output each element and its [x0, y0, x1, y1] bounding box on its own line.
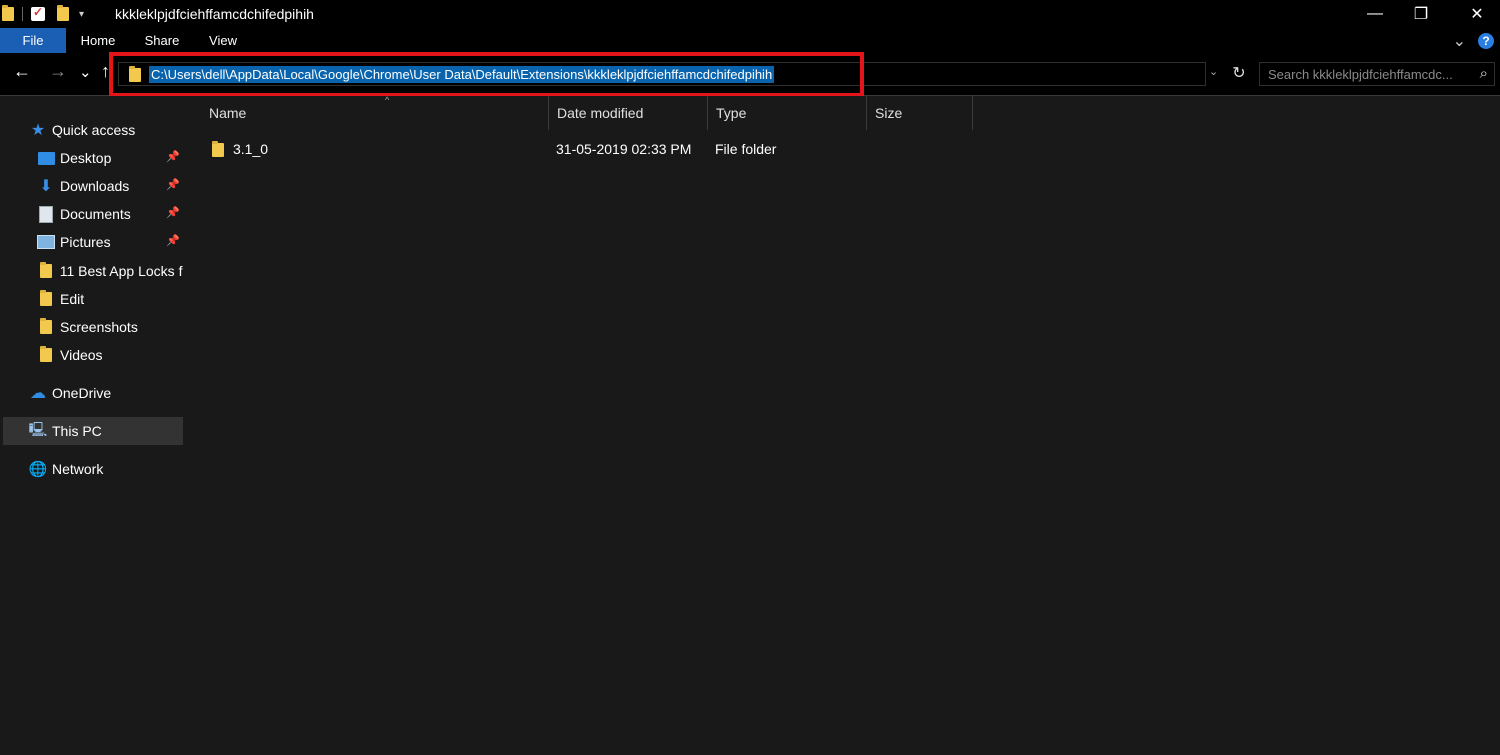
folder-icon	[37, 262, 55, 279]
tab-file[interactable]: File	[0, 28, 66, 53]
search-icon[interactable]: ⌕	[1480, 65, 1488, 82]
sidebar-item-label: Documents	[60, 206, 131, 222]
navigation-pane: ★ Quick access Desktop 📌 ⬇ Downloads 📌 D…	[0, 96, 186, 755]
file-type: File folder	[715, 141, 777, 157]
column-header-type[interactable]: Type	[708, 96, 867, 130]
pin-icon: 📌	[166, 151, 180, 163]
pin-icon: 📌	[166, 207, 180, 219]
search-input[interactable]: Search kkkleklpjdfciehffamcdc...	[1268, 67, 1453, 82]
sidebar-item-label: Downloads	[60, 178, 130, 194]
column-label: Date modified	[557, 105, 644, 121]
file-list: Name ^ Date modified Type Size 3.1_0 31-…	[186, 95, 1500, 755]
address-highlight-box	[109, 52, 864, 97]
download-icon: ⬇	[39, 178, 53, 195]
separator	[22, 7, 23, 21]
sidebar-item-label: Pictures	[60, 234, 111, 250]
sidebar-item-label: Edit	[60, 291, 85, 307]
sidebar-item-quick-access[interactable]: ★ Quick access	[29, 116, 183, 144]
column-label: Name	[209, 105, 247, 121]
file-date-modified: 31-05-2019 02:33 PM	[556, 141, 692, 157]
column-header-size[interactable]: Size	[867, 96, 973, 130]
sidebar-item-pictures[interactable]: Pictures 📌	[37, 228, 183, 256]
sidebar-item-videos[interactable]: Videos	[37, 341, 183, 369]
sidebar-item-label: Videos	[60, 347, 103, 363]
file-name: 3.1_0	[233, 141, 269, 157]
network-icon: 🌐	[28, 461, 48, 478]
ribbon: File Home Share View ⌄ ?	[0, 28, 1500, 53]
properties-icon[interactable]	[31, 5, 45, 21]
sidebar-item-edit[interactable]: Edit	[37, 285, 183, 313]
computer-icon: 🖳	[28, 421, 48, 437]
pin-icon: 📌	[166, 235, 180, 247]
tab-home[interactable]: Home	[74, 28, 122, 53]
column-header-name[interactable]: Name ^	[201, 95, 549, 130]
sidebar-item-label: Screenshots	[60, 319, 138, 335]
column-label: Size	[875, 105, 903, 121]
sidebar-item-label: Quick access	[52, 122, 136, 138]
address-dropdown-icon[interactable]: ⌄	[1209, 65, 1218, 78]
desktop-icon	[37, 150, 55, 166]
sidebar-item-label: This PC	[52, 423, 102, 439]
folder-icon	[37, 290, 55, 307]
new-folder-icon[interactable]	[57, 5, 69, 21]
sidebar-item-label: Network	[52, 461, 104, 477]
sidebar-item-screenshots[interactable]: Screenshots	[37, 313, 183, 341]
column-label: Type	[716, 105, 747, 121]
sidebar-item-label: 11 Best App Locks f	[59, 263, 183, 279]
ribbon-controls: ⌄ ?	[1453, 28, 1500, 53]
sort-indicator-icon: ^	[385, 95, 390, 105]
customize-toolbar-icon[interactable]: ▾	[79, 9, 84, 20]
pin-icon: 📌	[166, 179, 180, 191]
forward-button[interactable]: →	[49, 61, 67, 82]
sidebar-item-desktop[interactable]: Desktop 📌	[37, 144, 183, 172]
star-icon: ★	[30, 122, 46, 139]
folder-icon	[212, 141, 224, 160]
tab-share[interactable]: Share	[138, 28, 186, 53]
folder-icon	[37, 346, 55, 363]
sidebar-item-label: OneDrive	[52, 385, 112, 401]
window-title: kkkleklpjdfciehffamcdchifedpihih	[115, 6, 314, 22]
document-icon	[37, 205, 55, 223]
help-icon[interactable]: ?	[1478, 32, 1494, 49]
tab-view[interactable]: View	[200, 28, 246, 53]
sidebar-item-label: Desktop	[60, 150, 112, 166]
column-header-date-modified[interactable]: Date modified	[549, 96, 708, 130]
minimize-button[interactable]: —	[1352, 0, 1398, 28]
sidebar-item-network[interactable]: 🌐 Network	[29, 455, 183, 483]
search-box[interactable]: Search kkkleklpjdfciehffamcdc... ⌕	[1259, 62, 1495, 86]
refresh-button[interactable]: ↻	[1228, 63, 1250, 85]
sidebar-item-downloads[interactable]: ⬇ Downloads 📌	[37, 172, 183, 200]
folder-icon	[37, 318, 55, 335]
sidebar-item-onedrive[interactable]: ☁ OneDrive	[29, 379, 183, 407]
cloud-icon: ☁	[30, 385, 46, 402]
quick-access-toolbar: ▾	[2, 4, 84, 24]
sidebar-item-documents[interactable]: Documents 📌	[37, 200, 183, 228]
title-bar: ▾ kkkleklpjdfciehffamcdchifedpihih — ❐ ✕	[0, 0, 1500, 28]
close-button[interactable]: ✕	[1454, 0, 1500, 28]
back-button[interactable]: ←	[13, 61, 31, 82]
pictures-icon	[37, 234, 55, 250]
table-row[interactable]: 3.1_0 31-05-2019 02:33 PM File folder	[202, 136, 1500, 164]
sidebar-item-this-pc[interactable]: 🖳 This PC	[3, 417, 183, 445]
recent-locations-button[interactable]: ⌄	[79, 63, 92, 81]
sidebar-item-folder[interactable]: 11 Best App Locks f	[37, 257, 183, 285]
restore-button[interactable]: ❐	[1398, 0, 1444, 28]
folder-icon	[2, 5, 14, 21]
expand-ribbon-icon[interactable]: ⌄	[1453, 31, 1466, 51]
